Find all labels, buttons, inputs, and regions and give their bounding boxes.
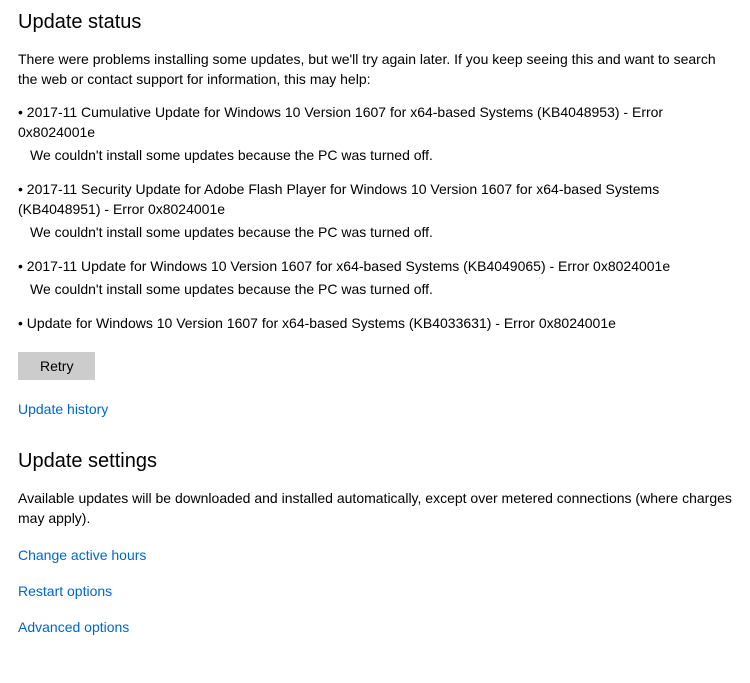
- update-item-title: 2017-11 Security Update for Adobe Flash …: [18, 180, 732, 219]
- update-settings-section: Update settings Available updates will b…: [18, 447, 732, 637]
- update-item: 2017-11 Cumulative Update for Windows 10…: [18, 103, 732, 166]
- restart-options-link[interactable]: Restart options: [18, 582, 112, 602]
- update-item-reason: We couldn't install some updates because…: [18, 280, 732, 300]
- update-item-title: Update for Windows 10 Version 1607 for x…: [18, 314, 732, 334]
- change-active-hours-link[interactable]: Change active hours: [18, 546, 146, 566]
- update-history-link[interactable]: Update history: [18, 400, 108, 420]
- update-item-title: 2017-11 Cumulative Update for Windows 10…: [18, 103, 732, 142]
- update-item-reason: We couldn't install some updates because…: [18, 223, 732, 243]
- update-item: 2017-11 Security Update for Adobe Flash …: [18, 180, 732, 243]
- retry-button[interactable]: Retry: [18, 352, 95, 380]
- update-settings-intro: Available updates will be downloaded and…: [18, 489, 732, 528]
- update-item: 2017-11 Update for Windows 10 Version 16…: [18, 257, 732, 300]
- advanced-options-link[interactable]: Advanced options: [18, 618, 129, 638]
- update-status-title: Update status: [18, 8, 732, 36]
- update-item: Update for Windows 10 Version 1607 for x…: [18, 314, 732, 334]
- update-settings-title: Update settings: [18, 447, 732, 475]
- update-item-title: 2017-11 Update for Windows 10 Version 16…: [18, 257, 732, 277]
- update-status-section: Update status There were problems instal…: [18, 8, 732, 419]
- update-item-reason: We couldn't install some updates because…: [18, 146, 732, 166]
- update-status-intro: There were problems installing some upda…: [18, 50, 732, 89]
